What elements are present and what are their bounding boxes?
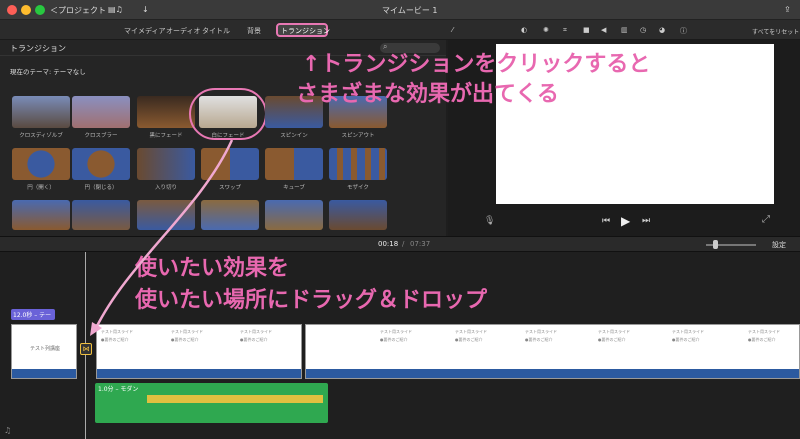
skip-forward-button[interactable]: ⏭ [642,216,650,226]
tab-audio[interactable]: オーディオ [166,26,201,36]
audio-waveform [147,395,323,403]
slide-title: テスト用スライド [240,329,272,334]
transition-fade-to-black[interactable] [137,96,195,128]
fullscreen-icon[interactable]: ⤢ [762,214,770,225]
info-icon[interactable]: ⓘ [680,26,687,36]
annotation-bottom-line1: 使いたい効果を [135,256,290,281]
magic-wand-icon[interactable]: ⁄ [452,26,453,34]
slide-title: テスト用スライド [525,329,557,334]
transition-label: モザイク [347,185,369,191]
current-theme-label: 現在のテーマ: テーマなし [10,68,86,76]
slide-sub: ●要件のご紹介 [240,337,268,342]
title-bar: ＜プロジェクト ▤♫ ↓ マイムービー 1 ⇪ [0,0,800,20]
equalizer-icon[interactable]: ▥ [621,26,628,34]
transition-thumbnail[interactable] [72,200,130,230]
time-separator: / [402,240,405,248]
slide-title: テスト用スライド [455,329,487,334]
slide-sub: ●要件のご紹介 [598,337,626,342]
zoom-slider-knob[interactable] [713,240,718,249]
slide-title: テスト用スライド [101,329,133,334]
slide-sub: ●要件のご紹介 [380,337,408,342]
transition-cross-dissolve[interactable] [12,96,70,128]
color-balance-icon[interactable]: ◐ [521,26,527,34]
transition-cube[interactable] [265,148,323,180]
transition-thumbnail[interactable] [201,200,259,230]
transition-circle-close[interactable] [72,148,130,180]
transition-thumbnail[interactable] [265,200,323,230]
audio-clip[interactable]: 1.0分 – モダン [95,383,328,423]
settings-button[interactable]: 設定 [772,240,786,250]
transition-cross-blur[interactable] [72,96,130,128]
tab-transitions[interactable]: トランジション [281,26,330,36]
slide-title: テスト用スライド [598,329,630,334]
timecode-bar: 00:18 / 07:37 設定 [0,236,800,252]
transition-label: 入り切り [154,185,177,191]
transition-in-out[interactable] [137,148,195,180]
slide-sub: ●要件のご紹介 [748,337,776,342]
transition-label: キューブ [283,185,305,191]
transition-label: スピンイン [280,133,308,139]
transition-label: 黒にフェード [149,133,183,139]
clip-audio-bar [97,369,301,378]
transition-thumbnail[interactable] [329,200,387,230]
slide-title: テスト用スライド [748,329,780,334]
clip-audio-bar [306,369,799,378]
first-clip-text: テスト列講座 [30,346,61,352]
tab-titles[interactable]: タイトル [202,26,230,36]
transition-marker[interactable]: ⋈ [80,343,92,355]
speed-icon[interactable]: ◷ [640,26,646,34]
transition-swap[interactable] [201,148,259,180]
zoom-window-button[interactable] [35,5,45,15]
annotation-top-line2: さまざまな効果が出てくる [296,82,559,107]
crop-icon[interactable]: ⌗ [563,26,567,35]
transition-label: 円（閉じる） [84,185,118,191]
stabilization-icon[interactable]: ■ [583,26,590,34]
color-correction-icon[interactable]: ✺ [543,26,549,34]
transition-label: クロスブラー [84,133,118,139]
tab-backgrounds[interactable]: 背景 [247,26,261,36]
reset-all-button[interactable]: すべてをリセット [752,27,799,36]
transition-thumbnail[interactable] [137,200,195,230]
transition-thumbnail[interactable] [12,200,70,230]
clip-audio-bar [12,369,76,378]
slide-sub: ●要件のご紹介 [525,337,553,342]
current-time: 00:18 [378,240,399,248]
volume-icon[interactable]: ◀ [601,26,606,34]
slide-title: テスト用スライド [171,329,203,334]
total-time: 07:37 [410,240,431,248]
transition-label: 白にフェード [211,133,245,139]
first-video-clip[interactable]: テスト列講座 [11,324,77,379]
play-button[interactable]: ▶ [621,214,630,228]
close-window-button[interactable] [7,5,17,15]
download-icon[interactable]: ↓ [142,5,149,14]
microphone-icon[interactable]: 🎙 [484,216,495,226]
tab-my-media[interactable]: マイメディア [124,26,166,36]
filter-icon[interactable]: ◕ [659,26,665,34]
annotation-bottom-line2: 使いたい場所にドラッグ＆ドロップ [135,288,488,313]
minimize-window-button[interactable] [21,5,31,15]
transition-mosaic[interactable] [329,148,387,180]
skip-back-button[interactable]: ⏮ [602,216,610,226]
slide-sub: ●要件のご紹介 [455,337,483,342]
transition-label: スワップ [218,185,241,191]
media-import-icon[interactable]: ▤♫ [108,5,123,14]
title-clip-label: 12.0秒 – テー [13,312,52,319]
slide-sub: ●要件のご紹介 [672,337,700,342]
slide-sub: ●要件のご紹介 [171,337,199,342]
title-clip[interactable]: 12.0秒 – テー [11,309,55,320]
back-to-projects-button[interactable]: ＜プロジェクト [50,5,106,16]
slide-title: テスト用スライド [672,329,704,334]
window-title: マイムービー 1 [382,6,438,15]
share-icon[interactable]: ⇪ [784,5,791,14]
transition-circle-open[interactable] [12,148,70,180]
transition-fade-to-white[interactable] [199,96,257,128]
audio-clip-label: 1.0分 – モダン [98,386,139,393]
transition-label: スピンアウト [341,133,375,139]
slide-sub: ●要件のご紹介 [101,337,129,342]
music-note-icon: ♫ [4,426,12,435]
annotation-top-line1: ↑トランジションをクリックすると [302,52,651,77]
browser-tabs-bar: マイメディア オーディオ タイトル 背景 トランジション ⁄ ◐ ✺ ⌗ ■ ◀… [0,20,800,40]
slide-title: テスト用スライド [380,329,412,334]
